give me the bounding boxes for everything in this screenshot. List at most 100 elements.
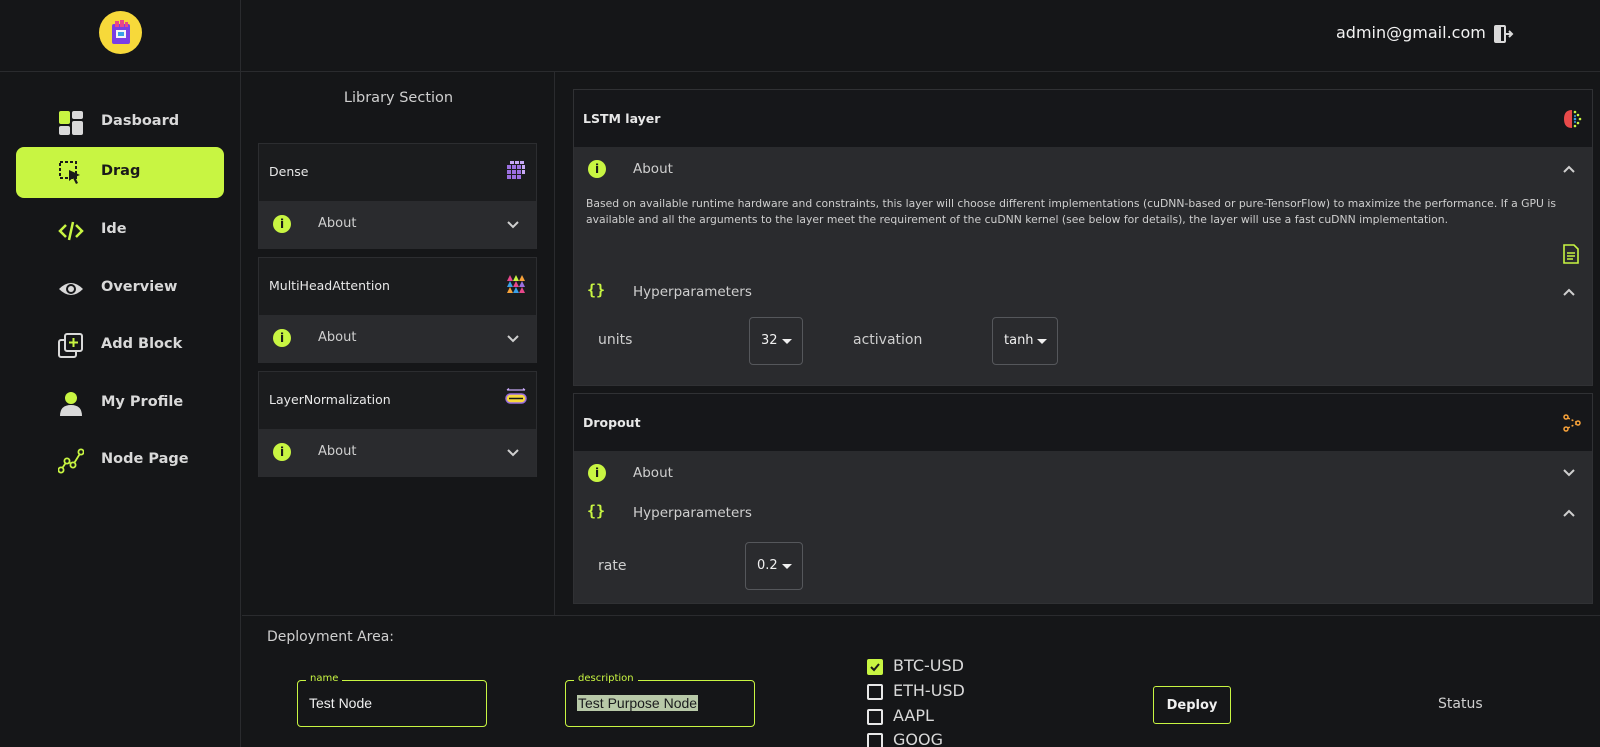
library-about-toggle[interactable]: i About — [259, 201, 536, 249]
sidebar: Dasboard Drag Ide Overview Add Block My … — [0, 72, 241, 747]
sidebar-item-label: Drag — [101, 163, 141, 179]
dropout-layer-panel: Dropout i About {} Hyperparameters rate — [573, 393, 1593, 604]
select-value: 32 — [761, 333, 778, 348]
library-card-name: MultiHeadAttention — [269, 278, 390, 293]
lstm-description: Based on available runtime hardware and … — [586, 197, 1556, 226]
chevron-down-icon — [507, 449, 519, 457]
library-section: Library Section Dense i About MultiHeadA… — [242, 72, 555, 615]
info-icon: i — [588, 464, 606, 482]
cube-grid-icon — [507, 161, 525, 179]
deploy-button[interactable]: Deploy — [1153, 686, 1231, 724]
about-label: About — [318, 444, 357, 459]
chevron-down-icon — [507, 335, 519, 343]
logout-icon[interactable] — [1492, 23, 1514, 45]
lstm-layer-panel: LSTM layer i About Based on available ru… — [573, 89, 1593, 386]
about-label: About — [318, 330, 357, 345]
ticker-label: AAPL — [893, 706, 934, 725]
select-value: 0.2 — [757, 558, 778, 573]
chevron-up-icon — [1563, 288, 1575, 296]
library-card-layernormalization[interactable]: LayerNormalization i About — [258, 371, 537, 477]
dropout-about-toggle[interactable]: i About — [574, 453, 1592, 493]
name-field[interactable]: name — [297, 673, 487, 727]
sidebar-item-label: Node Page — [101, 451, 189, 467]
sidebar-item-label: Add Block — [101, 336, 183, 352]
library-card-name: LayerNormalization — [269, 392, 391, 407]
panel-header: LSTM layer — [574, 90, 1592, 147]
param-label-activation: activation — [853, 332, 923, 348]
about-label: About — [633, 465, 673, 481]
top-bar: admin@gmail.com — [0, 0, 1600, 72]
about-label: About — [318, 216, 357, 231]
description-input[interactable]: Test Purpose Node — [577, 695, 699, 711]
chevron-down-icon — [1563, 469, 1575, 477]
sidebar-item-label: Ide — [101, 221, 127, 237]
lstm-about-toggle[interactable]: i About — [574, 149, 1592, 189]
dropout-hyperparameters-toggle[interactable]: {} Hyperparameters — [574, 493, 1592, 533]
name-input[interactable] — [309, 695, 474, 711]
sidebar-item-dashboard[interactable]: Dasboard — [16, 97, 224, 148]
sidebar-item-add-block[interactable]: Add Block — [16, 320, 224, 371]
checkbox-icon — [867, 733, 883, 747]
library-card-dense[interactable]: Dense i About — [258, 143, 537, 249]
deployment-area: Deployment Area: name description Test P… — [242, 615, 1600, 747]
units-select[interactable]: 32 — [749, 317, 803, 365]
rate-select[interactable]: 0.2 — [745, 542, 803, 590]
deployment-title: Deployment Area: — [267, 629, 395, 645]
attention-icon — [507, 275, 525, 293]
library-card-name: Dense — [269, 164, 309, 179]
brain-icon — [1564, 110, 1582, 128]
panel-title: LSTM layer — [583, 111, 661, 126]
checkbox-icon — [867, 684, 883, 700]
panel-title: Dropout — [583, 415, 641, 430]
field-label: description — [574, 673, 638, 684]
lstm-hyperparameters-toggle[interactable]: {} Hyperparameters — [574, 272, 1592, 312]
param-label-units: units — [598, 332, 633, 348]
about-label: About — [633, 161, 673, 177]
sidebar-item-overview[interactable]: Overview — [16, 263, 224, 314]
sidebar-item-node-page[interactable]: Node Page — [16, 435, 224, 486]
sidebar-item-my-profile[interactable]: My Profile — [16, 378, 224, 429]
checkbox-icon — [867, 709, 883, 725]
info-icon: i — [273, 329, 291, 347]
user-email: admin@gmail.com — [1336, 23, 1486, 42]
chevron-down-icon — [507, 221, 519, 229]
dropout-icon — [1563, 414, 1581, 432]
document-icon[interactable] — [1562, 244, 1580, 264]
caret-down-icon — [782, 339, 792, 344]
caret-down-icon — [782, 564, 792, 569]
info-icon: i — [273, 443, 291, 461]
caret-down-icon — [1037, 339, 1047, 344]
activation-select[interactable]: tanh — [992, 317, 1058, 365]
normalization-icon — [505, 388, 527, 404]
field-label: name — [306, 673, 343, 684]
eye-icon — [59, 283, 83, 295]
graph-icon — [58, 448, 84, 474]
checkbox-checked-icon — [867, 659, 883, 675]
description-field[interactable]: description Test Purpose Node — [565, 673, 755, 727]
select-value: tanh — [1004, 333, 1034, 348]
sidebar-item-label: Overview — [101, 279, 178, 295]
library-about-toggle[interactable]: i About — [259, 429, 536, 477]
status-label: Status — [1438, 696, 1483, 712]
sidebar-item-drag[interactable]: Drag — [16, 147, 224, 198]
hyperparameters-label: Hyperparameters — [633, 284, 752, 300]
param-label-rate: rate — [598, 558, 627, 574]
ticker-label: ETH-USD — [893, 681, 965, 700]
library-card-multiheadattention[interactable]: MultiHeadAttention i About — [258, 257, 537, 363]
dashboard-icon — [59, 111, 83, 135]
library-about-toggle[interactable]: i About — [259, 315, 536, 363]
ticker-label: GOOG — [893, 730, 943, 747]
logo-area — [0, 0, 241, 72]
library-title: Library Section — [343, 90, 454, 106]
panel-header: Dropout — [574, 394, 1592, 451]
code-icon — [58, 221, 84, 241]
sidebar-item-label: Dasboard — [101, 113, 180, 129]
app-logo[interactable] — [99, 11, 142, 54]
chevron-up-icon — [1563, 165, 1575, 173]
braces-icon: {} — [587, 281, 606, 299]
logo-icon — [111, 19, 130, 44]
ticker-label: BTC-USD — [893, 656, 964, 675]
profile-icon — [60, 392, 82, 416]
sidebar-item-ide[interactable]: Ide — [16, 205, 224, 256]
chevron-up-icon — [1563, 509, 1575, 517]
